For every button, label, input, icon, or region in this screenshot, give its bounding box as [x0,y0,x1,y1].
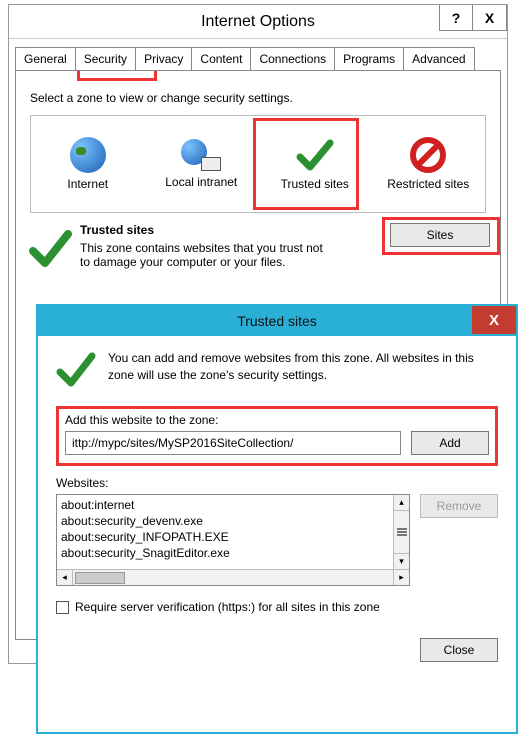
add-website-label: Add this website to the zone: [65,413,489,427]
tab-connections[interactable]: Connections [250,47,335,70]
add-button[interactable]: Add [411,431,489,455]
scroll-right-icon[interactable]: ▸ [393,570,409,585]
remove-button[interactable]: Remove [420,494,498,518]
list-item[interactable]: about:security_SnagitEditor.exe [61,545,405,561]
io-title: Internet Options [201,13,315,31]
tab-programs[interactable]: Programs [334,47,404,70]
checkmark-icon [296,137,334,173]
scroll-down-icon[interactable]: ▾ [394,553,409,569]
vertical-scrollbar[interactable]: ▴ ▾ [393,495,409,569]
add-website-input[interactable] [65,431,401,455]
list-item[interactable]: about:security_devenv.exe [61,513,405,529]
ts-title: Trusted sites [237,313,317,329]
scroll-thumb[interactable] [75,572,125,584]
ts-body: You can add and remove websites from thi… [38,336,516,676]
globe-icon [70,137,106,173]
restricted-icon [410,137,446,173]
tab-content[interactable]: Content [191,47,251,70]
ts-titlebar: Trusted sites X [38,306,516,336]
zone-prompt: Select a zone to view or change security… [30,91,486,105]
scroll-thumb[interactable] [396,528,408,536]
close-dialog-button[interactable]: Close [420,638,498,662]
require-https-row: Require server verification (https:) for… [56,600,498,614]
zones-list: Internet Local intranet Trusted sites Re… [30,115,486,213]
zone-internet[interactable]: Internet [34,137,142,191]
checkmark-icon [56,350,96,388]
list-item[interactable]: about:security_INFOPATH.EXE [61,529,405,545]
ts-description: You can add and remove websites from thi… [108,350,498,388]
zone-trusted-sites[interactable]: Trusted sites [261,137,369,191]
zone-desc-title: Trusted sites [80,223,330,237]
zone-description-row: Trusted sites This zone contains website… [26,223,490,269]
trusted-sites-dialog: Trusted sites X You can add and remove w… [36,304,518,734]
horizontal-scrollbar[interactable]: ◂ ▸ [57,569,409,585]
tab-advanced[interactable]: Advanced [403,47,474,70]
ts-description-row: You can add and remove websites from thi… [56,350,498,388]
highlight-add-website: Add this website to the zone: Add [56,406,498,466]
require-https-checkbox[interactable] [56,601,69,614]
tab-privacy[interactable]: Privacy [135,47,192,70]
scroll-left-icon[interactable]: ◂ [57,570,73,585]
io-tabs: General Security Privacy Content Connect… [9,47,507,70]
require-https-label: Require server verification (https:) for… [75,600,380,614]
zone-local-intranet[interactable]: Local intranet [147,139,255,189]
close-button[interactable]: X [473,5,507,31]
intranet-icon [181,139,221,171]
zone-restricted-sites[interactable]: Restricted sites [374,137,482,191]
websites-listbox[interactable]: about:internet about:security_devenv.exe… [56,494,410,586]
list-item[interactable]: about:internet [61,497,405,513]
help-button[interactable]: ? [439,5,473,31]
zone-desc-body: This zone contains websites that you tru… [80,241,330,269]
ts-close-button[interactable]: X [472,306,516,334]
websites-label: Websites: [56,476,498,490]
scroll-up-icon[interactable]: ▴ [394,495,409,511]
tab-general[interactable]: General [15,47,76,70]
zone-description: Trusted sites This zone contains website… [26,223,390,269]
sites-button[interactable]: Sites [390,223,490,247]
tab-security[interactable]: Security [75,47,136,70]
io-title-buttons: ? X [439,5,507,31]
checkmark-icon [28,227,72,269]
io-titlebar: Internet Options ? X [9,5,507,39]
